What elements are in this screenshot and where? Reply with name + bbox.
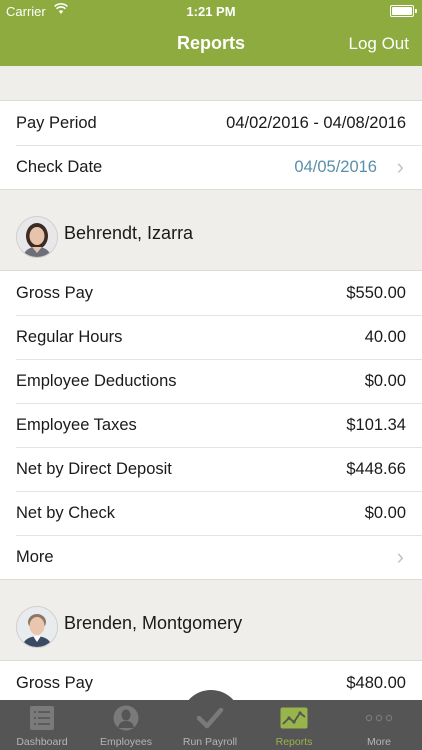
gross-pay-row: Gross Pay $550.00	[0, 271, 422, 315]
row-value: $550.00	[346, 284, 406, 302]
tab-label: Employees	[100, 736, 152, 748]
reports-chart-icon	[252, 705, 336, 731]
tab-label: More	[367, 736, 391, 748]
battery-icon	[390, 5, 417, 17]
checkmark-icon	[168, 705, 252, 731]
navigation-bar: Reports Log Out	[0, 22, 422, 66]
chevron-right-icon: ›	[396, 154, 404, 179]
tab-label: Dashboard	[16, 736, 68, 748]
tab-label: Reports	[275, 736, 313, 748]
row-label: Net by Check	[16, 504, 116, 522]
employee-header: Brenden, Montgomery	[0, 580, 422, 660]
row-value: $0.00	[364, 372, 406, 390]
employee-taxes-row: Employee Taxes $101.34	[0, 403, 422, 447]
tab-run-payroll[interactable]: Run Payroll	[168, 700, 252, 750]
regular-hours-row: Regular Hours 40.00	[0, 315, 422, 359]
tab-more[interactable]: More	[336, 700, 422, 750]
tab-label: Run Payroll	[182, 736, 238, 748]
employee-name: Behrendt, Izarra	[64, 223, 194, 243]
row-label: Net by Direct Deposit	[16, 460, 172, 478]
row-value: $101.34	[346, 416, 406, 434]
more-row[interactable]: More ›	[0, 535, 422, 579]
row-value: 40.00	[364, 328, 406, 346]
chevron-right-icon: ›	[396, 544, 404, 569]
employee-header: Behrendt, Izarra	[0, 190, 422, 270]
pay-period-row: Pay Period 04/02/2016 - 04/08/2016	[0, 101, 422, 145]
more-label: More	[16, 548, 54, 566]
tab-dashboard[interactable]: Dashboard	[0, 700, 84, 750]
row-label: Gross Pay	[16, 284, 94, 302]
avatar	[16, 606, 58, 648]
row-value: $448.66	[346, 460, 406, 478]
employee-pay-group: Gross Pay $550.00 Regular Hours 40.00 Em…	[0, 270, 422, 580]
row-value: $0.00	[364, 504, 406, 522]
net-by-check-row: Net by Check $0.00	[0, 491, 422, 535]
tab-bar: Dashboard Employees Run Payroll Reports …	[0, 700, 422, 750]
avatar	[16, 216, 58, 258]
check-date-row[interactable]: Check Date 04/05/2016 ›	[0, 145, 422, 189]
report-content[interactable]: Pay Period 04/02/2016 - 04/08/2016 Check…	[0, 66, 422, 700]
tab-reports[interactable]: Reports	[252, 700, 336, 750]
employee-deductions-row: Employee Deductions $0.00	[0, 359, 422, 403]
tab-employees[interactable]: Employees	[84, 700, 168, 750]
row-label: Regular Hours	[16, 328, 123, 346]
more-dots-icon	[336, 705, 422, 731]
check-date-value[interactable]: 04/05/2016	[294, 145, 377, 189]
dashboard-icon	[0, 705, 84, 731]
clock: 1:21 PM	[186, 4, 236, 19]
row-label: Employee Deductions	[16, 372, 177, 390]
row-label: Employee Taxes	[16, 416, 137, 434]
pay-period-value: 04/02/2016 - 04/08/2016	[226, 114, 406, 132]
row-value: $480.00	[346, 674, 406, 692]
employee-icon	[84, 705, 168, 731]
net-direct-deposit-row: Net by Direct Deposit $448.66	[0, 447, 422, 491]
pay-period-label: Pay Period	[16, 114, 97, 132]
check-date-label: Check Date	[16, 158, 103, 176]
pay-info-group: Pay Period 04/02/2016 - 04/08/2016 Check…	[0, 100, 422, 190]
logout-button[interactable]: Log Out	[349, 34, 410, 54]
employee-name: Brenden, Montgomery	[64, 613, 243, 633]
status-bar: Carrier 1:21 PM	[0, 0, 422, 22]
row-label: Gross Pay	[16, 674, 94, 692]
